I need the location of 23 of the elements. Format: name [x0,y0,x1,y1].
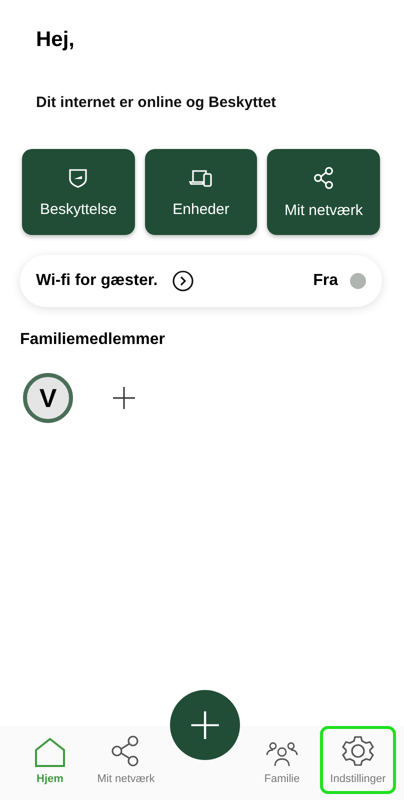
settings-icon [342,735,374,767]
tile-button[interactable]: Enheder [144,149,258,235]
nav-tab[interactable]: Familie [244,732,320,794]
add-icon[interactable] [113,387,135,409]
toggle-dot[interactable] [350,273,366,289]
guest-wifi-label: Wi-fi for gæster. [36,272,158,290]
greeting: Hej, [36,28,76,52]
status-text: Dit internet er online og Beskyttet [36,94,278,111]
toggle-state-text: Fra [313,272,338,290]
shield-icon [68,166,88,188]
nav-tab[interactable]: Mit netværk [88,726,164,794]
member-avatar[interactable]: V [23,373,73,423]
chevron-right-icon[interactable] [172,270,194,292]
add-button[interactable]: + [170,690,240,760]
home-icon [34,737,66,767]
share-icon [111,735,141,767]
section-title: Familiemedlemmer [20,331,166,349]
share-icon [312,166,335,190]
tile-button[interactable]: Mit netværk [267,149,380,235]
tile-button[interactable]: Beskyttelse [22,149,135,235]
guest-wifi-card[interactable]: Wi-fi for gæster. Fra [20,255,382,307]
people-icon [266,741,298,767]
nav-tab[interactable]: Indstillinger [320,726,396,794]
